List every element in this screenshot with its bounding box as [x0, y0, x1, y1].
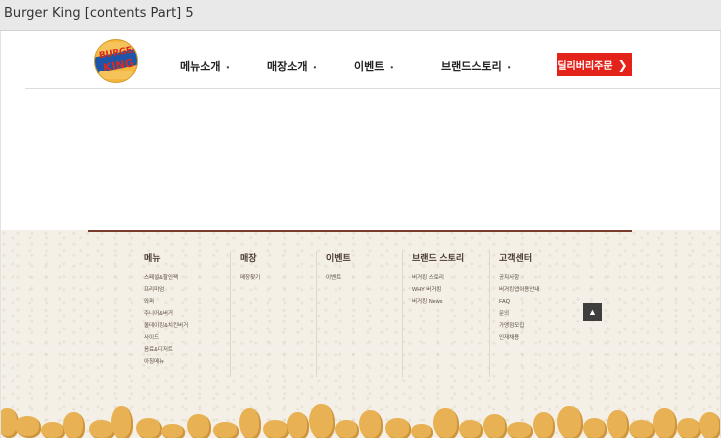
- footer-link[interactable]: 아침메뉴: [144, 356, 188, 368]
- nav-menu[interactable]: 메뉴소개 •: [180, 58, 229, 74]
- nugget-image: [507, 422, 533, 438]
- nav-events-label: 이벤트: [354, 61, 385, 73]
- footer-nuggets-decoration: [1, 402, 720, 438]
- footer: 메뉴 스페셜&할인팩 프리미엄 와퍼 주니어&버거 올데이킹&치킨버거 사이드 …: [1, 230, 720, 438]
- footer-link[interactable]: 인재채용: [499, 332, 539, 344]
- window-title: Burger King [contents Part] 5: [4, 6, 194, 21]
- nugget-image: [63, 412, 85, 438]
- nugget-image: [459, 420, 483, 438]
- footer-column-heading: 브랜드 스토리: [412, 253, 465, 263]
- nav-brand-story-label: 브랜드스토리: [441, 61, 502, 73]
- footer-link[interactable]: 스페셜&할인팩: [144, 272, 188, 284]
- footer-column-divider: [402, 251, 403, 377]
- footer-link[interactable]: WHY 버거킹: [412, 284, 464, 296]
- nugget-image: [111, 406, 133, 438]
- nugget-image: [41, 422, 65, 438]
- footer-column-divider: [316, 251, 317, 377]
- dropdown-dot-icon: •: [313, 62, 317, 72]
- nugget-image: [239, 408, 261, 438]
- footer-column-heading: 매장: [240, 253, 257, 263]
- footer-column-brand-story: 브랜드 스토리 버거킹 스토리 WHY 버거킹 버거킹 News: [402, 251, 465, 377]
- nav-brand-story[interactable]: 브랜드스토리 •: [441, 58, 511, 74]
- nugget-image: [359, 410, 383, 438]
- nugget-image: [15, 416, 41, 438]
- footer-link[interactable]: 주니어&버거: [144, 308, 188, 320]
- footer-link[interactable]: 음료&디저트: [144, 344, 188, 356]
- delivery-order-button[interactable]: 딜리버리주문 ❯: [557, 53, 632, 76]
- nugget-image: [136, 418, 162, 438]
- footer-link[interactable]: 버거킹앱이용안내: [499, 284, 539, 296]
- nav-menu-label: 메뉴소개: [180, 61, 221, 73]
- footer-link[interactable]: 매장찾기: [240, 272, 260, 284]
- chevron-up-icon: ▲: [588, 307, 597, 317]
- nugget-image: [653, 408, 677, 438]
- footer-link[interactable]: 이벤트: [326, 272, 351, 284]
- footer-column-heading: 이벤트: [326, 253, 351, 263]
- nugget-image: [287, 412, 309, 438]
- dropdown-dot-icon: •: [507, 62, 511, 72]
- footer-link[interactable]: FAQ: [499, 296, 539, 308]
- dropdown-dot-icon: •: [390, 62, 394, 72]
- nugget-image: [583, 418, 607, 438]
- nugget-image: [263, 420, 289, 438]
- nav-stores[interactable]: 매장소개 •: [267, 58, 316, 74]
- nugget-image: [385, 418, 411, 438]
- footer-column-heading: 고객센터: [499, 253, 533, 263]
- footer-column-customer-center: 고객센터 공지사항 버거킹앱이용안내 FAQ 문의 가맹점모집 인재채용: [489, 251, 539, 377]
- scroll-to-top-button[interactable]: ▲: [583, 303, 602, 321]
- footer-column-stores: 매장 매장찾기: [230, 251, 260, 377]
- footer-top-border: [88, 230, 632, 232]
- nugget-image: [533, 412, 555, 438]
- burger-king-logo[interactable]: BURGER KING: [94, 39, 138, 83]
- footer-link[interactable]: 버거킹 스토리: [412, 272, 464, 284]
- nugget-image: [557, 406, 583, 438]
- dropdown-dot-icon: •: [226, 62, 230, 72]
- nugget-image: [309, 404, 335, 438]
- footer-column-events: 이벤트 이벤트: [316, 251, 351, 377]
- chevron-right-icon: ❯: [617, 57, 628, 72]
- window-titlebar: Burger King [contents Part] 5: [0, 0, 721, 31]
- nugget-image: [699, 412, 720, 438]
- footer-link[interactable]: 프리미엄: [144, 284, 188, 296]
- footer-column-heading: 메뉴: [144, 253, 161, 263]
- nugget-image: [213, 422, 239, 438]
- footer-link[interactable]: 공지사항: [499, 272, 539, 284]
- footer-link[interactable]: 올데이킹&치킨버거: [144, 320, 188, 332]
- footer-column-menu: 메뉴 스페셜&할인팩 프리미엄 와퍼 주니어&버거 올데이킹&치킨버거 사이드 …: [144, 251, 188, 368]
- footer-column-divider: [230, 251, 231, 377]
- delivery-order-label: 딜리버리주문: [557, 61, 613, 72]
- nugget-image: [607, 410, 629, 438]
- nugget-image: [433, 408, 459, 438]
- nugget-image: [411, 424, 433, 438]
- nav-stores-label: 매장소개: [267, 61, 308, 73]
- nugget-image: [335, 420, 359, 438]
- nugget-image: [187, 414, 211, 438]
- nav-events[interactable]: 이벤트 •: [354, 58, 393, 74]
- page-viewport: BURGER KING 메뉴소개 • 매장소개 • 이벤트 • 브랜드스토리 • 딜리버…: [0, 31, 721, 438]
- nugget-image: [677, 418, 701, 438]
- nugget-image: [483, 414, 507, 438]
- footer-link[interactable]: 사이드: [144, 332, 188, 344]
- header-divider: [25, 88, 720, 89]
- footer-link[interactable]: 문의: [499, 308, 539, 320]
- nugget-image: [161, 424, 185, 438]
- footer-link[interactable]: 버거킹 News: [412, 296, 464, 308]
- footer-link[interactable]: 가맹점모집: [499, 320, 539, 332]
- logo-bun-bottom: [99, 71, 133, 79]
- nugget-image: [629, 420, 655, 438]
- footer-column-divider: [489, 251, 490, 377]
- footer-link[interactable]: 와퍼: [144, 296, 188, 308]
